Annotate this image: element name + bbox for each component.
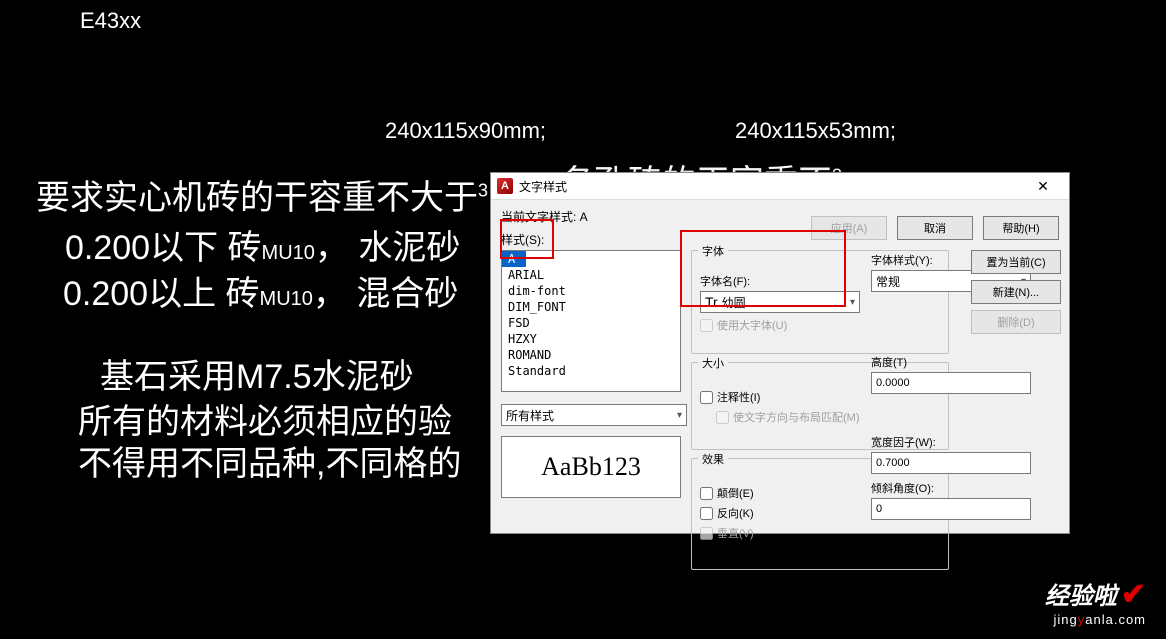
list-item[interactable]: FSD: [502, 315, 680, 331]
dialog-title: 文字样式: [519, 178, 1023, 195]
close-icon[interactable]: ✕: [1023, 175, 1063, 197]
oblique-field[interactable]: [871, 498, 1031, 520]
list-item[interactable]: HZXY: [502, 331, 680, 347]
list-item[interactable]: ROMAND: [502, 347, 680, 363]
help-button[interactable]: 帮助(H): [983, 216, 1059, 240]
vertical-check: 垂直(V): [700, 525, 940, 541]
list-item[interactable]: dim-font: [502, 283, 680, 299]
width-field[interactable]: [871, 452, 1031, 474]
cad-text: 基石采用M7.5水泥砂: [100, 349, 414, 398]
font-name-value: 幼圆: [722, 296, 746, 310]
list-item[interactable]: DIM_FONT: [502, 299, 680, 315]
effects-group-label: 效果: [698, 451, 728, 467]
delete-button: 删除(D): [971, 310, 1061, 334]
style-filter-value: 所有样式: [506, 407, 554, 424]
cad-text: 240x115x53mm;: [735, 118, 896, 144]
cad-text: E43xx: [80, 8, 141, 34]
chevron-down-icon: ▾: [677, 410, 682, 421]
apply-button: 应用(A): [811, 216, 887, 240]
height-label: 高度(T): [871, 354, 1051, 370]
style-list[interactable]: A ARIAL dim-font DIM_FONT FSD HZXY ROMAN…: [501, 250, 681, 392]
list-item[interactable]: ARIAL: [502, 267, 680, 283]
cad-text: 0.200以上 砖MU10， 混合砂: [63, 266, 458, 315]
new-button[interactable]: 新建(N)...: [971, 280, 1061, 304]
width-label: 宽度因子(W):: [871, 434, 1051, 450]
oblique-label: 倾斜角度(O):: [871, 480, 1051, 496]
cad-text: 0.200以下 砖MU10， 水泥砂: [65, 220, 460, 269]
style-filter-select[interactable]: 所有样式 ▾: [501, 404, 687, 426]
height-field[interactable]: [871, 372, 1031, 394]
font-name-select[interactable]: Tr 幼圆 ▾: [700, 291, 860, 313]
chevron-down-icon: ▾: [850, 297, 855, 308]
list-item[interactable]: Standard: [502, 363, 680, 379]
cad-text: 要求实心机砖的干容重不大于3: [36, 170, 488, 219]
cancel-button[interactable]: 取消: [897, 216, 973, 240]
cad-text: 不得用不同品种,不同格的: [78, 436, 461, 485]
set-current-button[interactable]: 置为当前(C): [971, 250, 1061, 274]
preview-box: AaBb123: [501, 436, 681, 498]
cad-text: 240x115x90mm;: [385, 118, 546, 144]
font-group-label: 字体: [698, 243, 728, 259]
watermark: 经验啦✔ jingyanla.com: [1045, 576, 1146, 627]
list-item[interactable]: A: [502, 251, 526, 267]
text-style-dialog: A 文字样式 ✕ 当前文字样式: A 样式(S): A ARIAL dim-fo…: [490, 172, 1070, 534]
app-icon: A: [497, 178, 513, 194]
size-group-label: 大小: [698, 355, 728, 371]
font-style-value: 常规: [876, 273, 900, 290]
